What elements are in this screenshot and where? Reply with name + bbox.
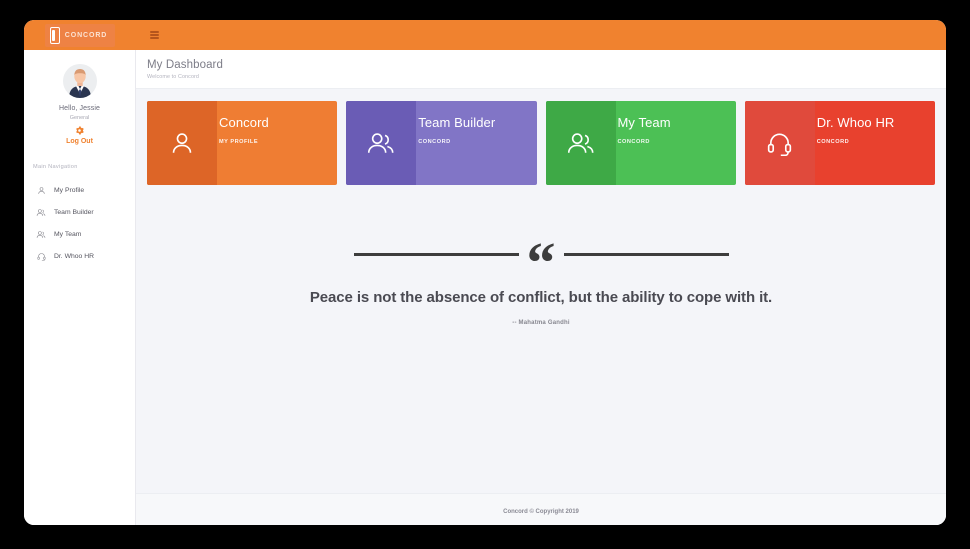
- hamburger-line: [150, 37, 159, 39]
- users-icon: [36, 207, 46, 217]
- logout-button[interactable]: Log Out: [24, 138, 135, 145]
- page-footer: Concord © Copyright 2019: [136, 493, 946, 525]
- headset-icon: [36, 251, 46, 261]
- nav-section-title: Main Navigation: [33, 164, 78, 170]
- divider-line-right: [563, 252, 729, 256]
- sidebar-item-my-profile[interactable]: My Profile: [24, 179, 135, 201]
- card-icon-pane: [346, 101, 417, 185]
- brand-logo[interactable]: CONCORD: [44, 23, 116, 47]
- sidebar-item-label: My Profile: [54, 186, 85, 194]
- body-split: Hello, Jessie General Log Out Main Navig…: [24, 50, 946, 525]
- content-area: Concord MY PROFILE Team Builder CONCORD …: [136, 89, 946, 493]
- gear-wrap: [24, 126, 135, 135]
- card-body: Concord MY PROFILE: [217, 101, 337, 185]
- user-greeting: Hello, Jessie: [59, 105, 100, 112]
- sidebar-item-label: Dr. Whoo HR: [54, 252, 95, 260]
- card-body: Dr. Whoo HR CONCORD: [815, 101, 935, 185]
- user-avatar-photo[interactable]: [62, 64, 97, 98]
- users-icon: [567, 133, 594, 153]
- hamburger-line: [150, 34, 159, 36]
- card-subtitle: CONCORD: [617, 139, 650, 145]
- card-subtitle: MY PROFILE: [219, 139, 259, 145]
- card-icon-pane: [147, 101, 217, 185]
- card-subtitle: CONCORD: [816, 139, 850, 145]
- avatar-illustration: [62, 64, 97, 98]
- hamburger-menu-icon[interactable]: [150, 31, 159, 39]
- user-icon: [172, 133, 192, 153]
- card-title: Team Builder: [418, 115, 496, 130]
- sidebar-item-dr-whoo-hr[interactable]: Dr. Whoo HR: [24, 245, 135, 267]
- footer-copyright: Concord © Copyright 2019: [503, 509, 579, 515]
- card-title: My Team: [617, 115, 671, 130]
- sidebar-item-my-team[interactable]: My Team: [24, 223, 135, 245]
- browser-window: CONCORD Hello, Jessie General Log Out Ma…: [24, 20, 946, 525]
- card-title: Concord: [219, 115, 269, 130]
- card-body: Team Builder CONCORD: [416, 101, 536, 185]
- page-header: My Dashboard Welcome to Concord: [136, 50, 946, 89]
- quote-author: -- Mahatma Gandhi: [512, 320, 570, 327]
- dashboard-card-dr-whoo-hr[interactable]: Dr. Whoo HR CONCORD: [744, 101, 935, 185]
- page-title: My Dashboard: [147, 59, 223, 71]
- main-content: My Dashboard Welcome to Concord Concord …: [136, 50, 946, 525]
- quote-divider: “: [177, 234, 905, 292]
- headset-icon: [768, 133, 792, 156]
- sidebar-item-label: My Team: [54, 230, 82, 238]
- quote-block: “ Peace is not the absence of conflict, …: [147, 234, 935, 327]
- sidebar: Hello, Jessie General Log Out Main Navig…: [24, 50, 136, 525]
- users-icon: [368, 133, 394, 153]
- page-subtitle: Welcome to Concord: [147, 74, 200, 80]
- user-icon: [36, 185, 46, 195]
- sidebar-item-label: Team Builder: [54, 208, 94, 216]
- sidebar-item-team-builder[interactable]: Team Builder: [24, 201, 135, 223]
- card-icon-pane: [545, 101, 616, 185]
- nav-list: My Profile Team Builder My Team Dr. Whoo…: [24, 179, 135, 267]
- dashboard-card-concord[interactable]: Concord MY PROFILE: [147, 101, 338, 185]
- gear-icon[interactable]: [75, 126, 84, 135]
- hamburger-line: [150, 31, 159, 33]
- brand-zone: CONCORD: [24, 20, 136, 50]
- avatar-wrap: [24, 64, 135, 98]
- dashboard-cards-row: Concord MY PROFILE Team Builder CONCORD …: [147, 101, 935, 185]
- top-bar: CONCORD: [24, 20, 946, 50]
- card-icon-pane: [744, 101, 815, 185]
- users-icon: [36, 229, 46, 239]
- card-body: My Team CONCORD: [616, 101, 736, 185]
- brand-name: CONCORD: [64, 31, 108, 39]
- card-title: Dr. Whoo HR: [816, 115, 895, 130]
- card-subtitle: CONCORD: [418, 139, 451, 145]
- user-role: General: [69, 115, 90, 121]
- dashboard-card-team-builder[interactable]: Team Builder CONCORD: [346, 101, 537, 185]
- divider-line-left: [353, 252, 519, 256]
- dashboard-card-my-team[interactable]: My Team CONCORD: [545, 101, 736, 185]
- book-mark-icon: [49, 26, 60, 44]
- hamburger-zone: [136, 20, 159, 50]
